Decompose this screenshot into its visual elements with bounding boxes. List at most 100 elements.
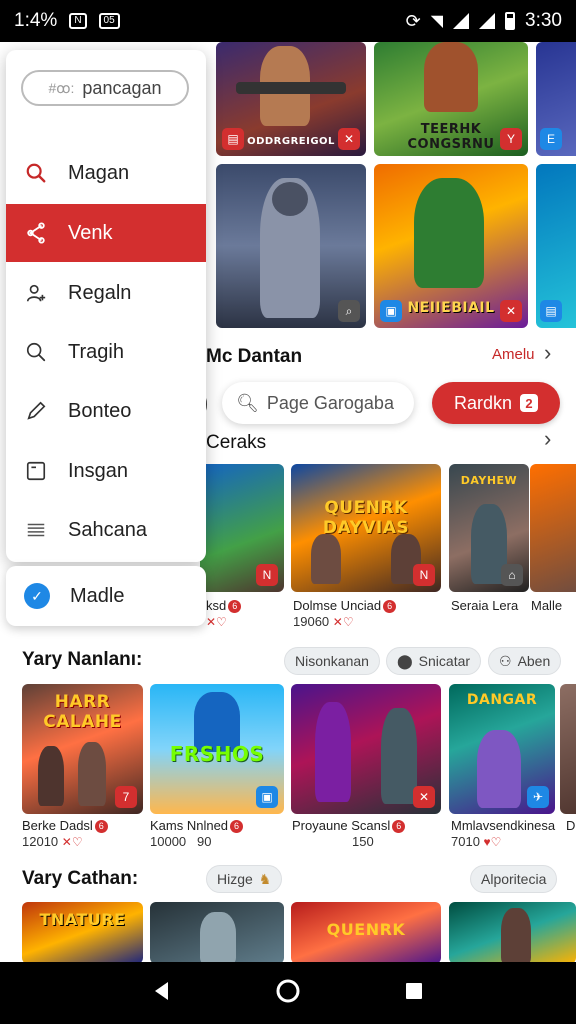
section-title: Vary Cathan: [22, 868, 139, 889]
section-title: Yary Nanlanı: [22, 649, 143, 670]
game-tile[interactable]: QUENRK DAYVIAS N [291, 464, 441, 592]
location-icon: ⬤ [397, 652, 413, 669]
game-tile[interactable]: TEERHK CONGSRNU Y [374, 42, 528, 156]
home-icon[interactable] [275, 978, 301, 1009]
tile-badge: ▤ [222, 128, 244, 150]
chevron-right-icon[interactable]: › [544, 426, 551, 452]
recents-icon[interactable] [404, 981, 424, 1006]
tile-badge: ✕ [413, 786, 435, 808]
drawer-search-input[interactable]: #ꝏ: pancagan [21, 70, 189, 106]
game-tile[interactable]: E [536, 42, 576, 156]
drawer-footer-label: Madle [70, 584, 125, 607]
status-left-text: 1:4% [14, 10, 58, 31]
game-tile[interactable]: QUENRK [291, 902, 441, 962]
game-tile[interactable]: ▤ [536, 164, 576, 328]
filter-chip[interactable]: ⬤ Snicatar [386, 647, 482, 675]
game-tile[interactable]: N [200, 464, 284, 592]
game-tile[interactable]: FRSHOS ▣ [150, 684, 284, 814]
tile-badge: ▣ [380, 300, 402, 322]
game-tile[interactable]: ⌕ [216, 164, 366, 328]
tile-art-title: DANGAR [466, 692, 538, 708]
search-icon [24, 340, 48, 364]
see-all-link[interactable]: Amelu [492, 346, 535, 363]
game-title: D [566, 818, 576, 833]
primary-action-label: Rardkn [453, 392, 513, 413]
menu-item-venk[interactable]: Venk [6, 204, 206, 262]
game-meta: ✕♡ [206, 615, 227, 629]
status-bar: 1:4% N 05 ⟳ ◥ 3:30 [0, 0, 576, 42]
tile-badge: ▣ [256, 786, 278, 808]
tile-art-title: HARR CALAHE [43, 692, 122, 732]
tile-badge: ▤ [540, 300, 562, 322]
sim-icon: N [69, 13, 87, 29]
game-tile[interactable]: ✕ [291, 684, 441, 814]
save-icon [24, 459, 48, 483]
menu-item-label: Magan [68, 161, 130, 184]
game-tile[interactable]: DAYHEW ⌂ [449, 464, 529, 592]
tile-badge: ⌂ [501, 564, 523, 586]
signal-icon-2 [479, 13, 496, 29]
tile-art-title: DAYHEW [460, 474, 518, 487]
game-title: Dolmse Unciad 6 [293, 598, 397, 613]
count-badge: 2 [520, 394, 539, 412]
check-icon: ✓ [24, 583, 50, 609]
back-icon[interactable] [152, 980, 172, 1007]
tile-art-title: QUENRK DAYVIAS [322, 498, 410, 538]
menu-item-sahcana[interactable]: Sahcana [6, 501, 206, 559]
menu-item-magan[interactable]: Magan [6, 144, 206, 202]
menu-item-insgan[interactable]: Insgan [6, 442, 206, 500]
tile-badge: N [413, 564, 435, 586]
battery-icon [505, 12, 516, 30]
tile-badge: Y [500, 128, 522, 150]
game-tile[interactable] [449, 902, 576, 962]
menu-item-regaln[interactable]: Regaln [6, 264, 206, 322]
game-tile[interactable]: NEIIEBIAIL ▣ ✕ [374, 164, 528, 328]
tile-badge: N [256, 564, 278, 586]
game-tile[interactable] [150, 902, 284, 962]
menu-item-label: Bonteo [68, 399, 132, 422]
game-meta: 7010 ♥♡ [451, 834, 502, 849]
primary-action-button[interactable]: Rardkn 2 [432, 382, 560, 424]
section-title: Mc Dantan [206, 346, 303, 367]
game-title: Mmlavsendkinesa [451, 818, 556, 833]
filter-chip[interactable]: Hizge ♞ [206, 865, 283, 893]
game-tile[interactable] [560, 684, 576, 814]
tile-art-title: FRSHOS [169, 742, 265, 766]
game-title: ksd 6 [206, 598, 242, 613]
game-tile[interactable]: HARR CALAHE 7 [22, 684, 143, 814]
menu-item-tragih[interactable]: Tragih [6, 323, 206, 381]
navigation-drawer: #ꝏ: pancagan Magan Venk Regaln Tragih Bo… [6, 50, 206, 562]
game-meta: 12010 ✕♡ [22, 834, 83, 849]
filter-chip[interactable]: Alporitecia [470, 865, 558, 893]
search-input[interactable]: 🔍︎ Page Garogaba [222, 382, 414, 424]
person-icon: ⚇ [499, 652, 512, 669]
search-icon: 🔍︎ [236, 392, 259, 413]
pencil-icon [24, 399, 48, 423]
clock: 3:30 [525, 10, 562, 31]
menu-item-bonteo[interactable]: Bonteo [6, 382, 206, 440]
menu-item-label: Venk [68, 221, 113, 244]
tile-art-title: TNATURE [39, 910, 126, 929]
chevron-right-icon[interactable]: › [544, 340, 551, 366]
sync-icon: ⟳ [405, 10, 421, 31]
game-title: Malle [531, 598, 563, 613]
tile-badge: E [540, 128, 562, 150]
game-title: Berke Dadsl 6 [22, 818, 108, 833]
tile-badge: ⌕ [338, 300, 360, 322]
game-meta: 10000 90 [150, 834, 212, 849]
game-title: Seraia Lera [451, 598, 519, 613]
game-tile[interactable]: DANGAR ✈ [449, 684, 555, 814]
game-tile[interactable] [530, 464, 576, 592]
menu-item-label: Tragih [68, 340, 124, 363]
filter-chip[interactable]: Nisonkanan [284, 647, 380, 675]
game-tile[interactable]: TNATURE [22, 902, 143, 962]
notification-badge: 05 [98, 13, 120, 29]
drawer-footer-item[interactable]: ✓ Madle [6, 566, 206, 626]
drawer-search-text: pancagan [82, 77, 162, 98]
game-tile[interactable]: ODDRGREIGOL ▤ ✕ [216, 42, 366, 156]
tile-badge: 7 [115, 786, 137, 808]
user-add-icon [24, 281, 48, 305]
tile-art-title: QUENRK [326, 920, 406, 939]
game-meta: 150 [352, 834, 374, 849]
filter-chip[interactable]: ⚇ Aben [488, 647, 562, 675]
